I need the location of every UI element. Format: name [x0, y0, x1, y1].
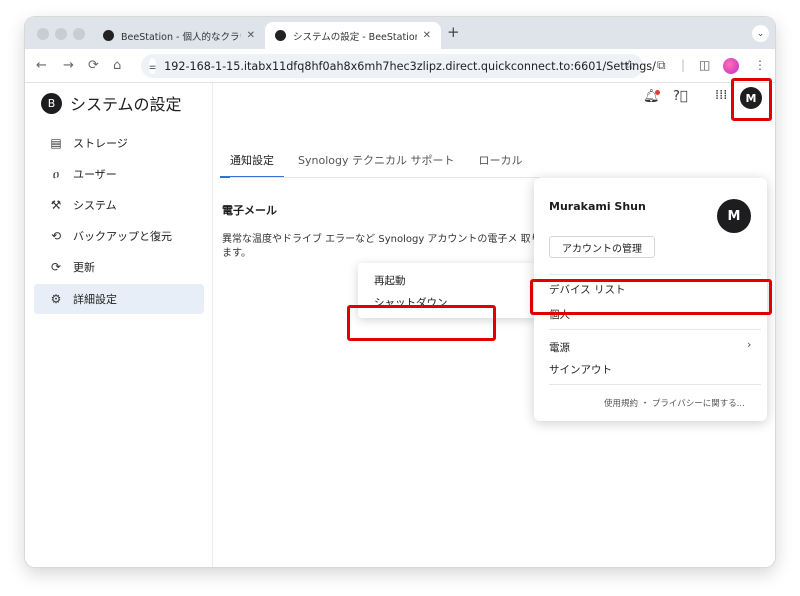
forward-icon[interactable]: → — [63, 58, 74, 73]
help-icon[interactable]: ?⃝ — [673, 89, 688, 104]
tab-local[interactable]: ローカル — [478, 145, 522, 175]
beestation-favicon-icon — [275, 30, 286, 41]
wrench-icon: ⚒ — [50, 198, 62, 212]
avatar-highlight-box — [731, 78, 772, 121]
sidebar-item-label: バックアップと復元 — [73, 230, 172, 243]
chrome-profile-icon[interactable] — [723, 58, 739, 74]
app-area: B システムの設定 ▤ ストレージ ዐ ユーザー ⚒ システム ⟲ バックアップ… — [25, 78, 775, 567]
sidebar: B システムの設定 ▤ ストレージ ዐ ユーザー ⚒ システム ⟲ バックアップ… — [25, 83, 213, 567]
sidebar-item-advanced[interactable]: ⚙ 詳細設定 — [34, 284, 204, 314]
sidebar-item-storage[interactable]: ▤ ストレージ — [34, 128, 204, 158]
power-menu-item[interactable]: 電源 — [549, 340, 570, 355]
user-name: Murakami Shun — [549, 200, 646, 213]
apps-grid-icon[interactable]: ⁞⁞⁞ — [715, 88, 727, 103]
chevron-right-icon: › — [747, 338, 752, 351]
page-title: システムの設定 — [70, 95, 182, 114]
extensions-icon[interactable]: ⧉ — [657, 58, 666, 73]
url-text[interactable]: 192-168-1-15.itabx11dfq8hf0ah8x6mh7hec3z… — [164, 60, 656, 73]
email-section-description: 異常な温度やドライブ エラーなど Synology アカウントの電子メ 取ります… — [222, 234, 541, 259]
browser-toolbar: ← → ⟳ ⌂ ⚌ 192-168-1-15.itabx11dfq8hf0ah8… — [25, 49, 775, 83]
new-tab-button[interactable]: + — [447, 23, 460, 41]
notification-dot — [655, 90, 660, 95]
storage-icon: ▤ — [50, 136, 62, 150]
tab-technical-support[interactable]: Synology テクニカル サポート — [298, 145, 454, 175]
browser-window: BeeStation - 個人的なクラウド ✕ システムの設定 - BeeSta… — [25, 17, 775, 567]
sidebar-item-update[interactable]: ⟳ 更新 — [34, 252, 204, 282]
backup-icon: ⟲ — [50, 229, 62, 243]
tab-strip: BeeStation - 個人的なクラウド ✕ システムの設定 - BeeSta… — [25, 17, 775, 49]
sidebar-item-label: 更新 — [73, 261, 95, 274]
bookmark-star-icon[interactable]: ☆ — [623, 58, 635, 73]
user-icon: ዐ — [52, 166, 60, 181]
toolbar-divider: | — [681, 58, 686, 72]
tab-close-icon[interactable]: ✕ — [423, 30, 431, 41]
refresh-icon: ⟳ — [50, 260, 62, 274]
minimize-window-dot[interactable] — [55, 28, 67, 40]
sidebar-item-backup[interactable]: ⟲ バックアップと復元 — [34, 221, 204, 251]
manage-account-button[interactable]: アカウントの管理 — [549, 236, 655, 258]
tab-close-icon[interactable]: ✕ — [247, 30, 255, 41]
divider — [549, 329, 761, 330]
email-section-title: 電子メール — [222, 204, 277, 217]
address-bar[interactable]: ⚌ 192-168-1-15.itabx11dfq8hf0ah8x6mh7hec… — [141, 54, 656, 78]
avatar: M — [717, 199, 751, 233]
sidebar-item-label: 詳細設定 — [73, 293, 117, 306]
site-info-icon[interactable]: ⚌ — [149, 58, 157, 74]
sidebar-item-system[interactable]: ⚒ システム — [34, 190, 204, 220]
side-panel-icon[interactable]: ◫ — [699, 58, 710, 72]
close-window-dot[interactable] — [37, 28, 49, 40]
beestation-logo-icon: B — [41, 92, 62, 114]
back-icon[interactable]: ← — [36, 58, 47, 73]
shutdown-highlight-box — [347, 305, 496, 341]
restart-menu-item[interactable]: 再起動 — [374, 273, 406, 288]
tab-title: BeeStation - 個人的なクラウド — [121, 31, 241, 43]
sign-out-menu-item[interactable]: サインアウト — [549, 362, 612, 377]
beestation-favicon-icon — [103, 30, 114, 41]
power-highlight-box — [530, 279, 772, 315]
sidebar-item-label: ユーザー — [73, 168, 117, 181]
browser-tab-beestation[interactable]: BeeStation - 個人的なクラウド ✕ — [93, 22, 265, 49]
sidebar-item-users[interactable]: ዐ ユーザー — [34, 159, 204, 189]
tab-title: システムの設定 - BeeStation — [293, 31, 417, 43]
sidebar-item-label: システム — [73, 199, 117, 212]
home-icon[interactable]: ⌂ — [113, 58, 121, 73]
divider — [549, 384, 761, 385]
maximize-window-dot[interactable] — [73, 28, 85, 40]
tabs-divider — [230, 177, 540, 178]
tab-search-button[interactable]: ⌄ — [752, 25, 769, 42]
tab-notification[interactable]: 通知設定 — [220, 145, 284, 178]
settings-tabs: 通知設定 Synology テクニカル サポート ローカル — [220, 145, 546, 178]
sidebar-item-label: ストレージ — [73, 137, 128, 150]
divider — [549, 274, 761, 275]
browser-tab-settings[interactable]: システムの設定 - BeeStation ✕ — [265, 22, 441, 49]
chrome-menu-icon[interactable]: ⋮ — [754, 58, 766, 72]
app-header: B システムの設定 — [41, 91, 182, 115]
reload-icon[interactable]: ⟳ — [88, 58, 99, 73]
footer-links[interactable]: 使用規約 ・ プライバシーに関する... — [604, 397, 745, 409]
advanced-settings-icon: ⚙ — [50, 292, 62, 306]
